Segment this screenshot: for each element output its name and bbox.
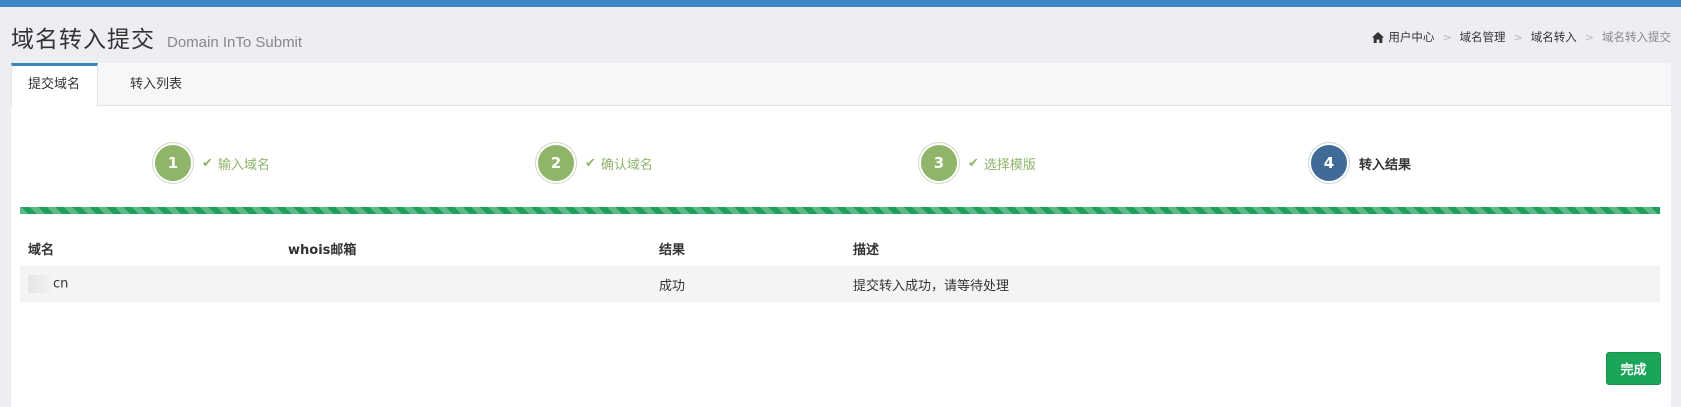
page-title: 域名转入提交 — [11, 27, 155, 53]
breadcrumb-item-current: 域名转入提交 — [1602, 30, 1671, 44]
finish-button[interactable]: 完成 — [1606, 352, 1661, 385]
breadcrumb-separator: > — [1442, 30, 1452, 44]
page-header: 域名转入提交 Domain InTo Submit — [11, 20, 303, 53]
tab-transfer-list[interactable]: 转入列表 — [114, 63, 198, 106]
column-header-result: 结果 — [659, 242, 686, 258]
cell-result: 成功 — [651, 266, 845, 302]
step-label: 转入结果 — [1359, 157, 1412, 173]
step-label: 输入域名 — [217, 157, 270, 173]
cell-description: 提交转入成功，请等待处理 — [845, 266, 1660, 302]
table-header-row: 域名 whois邮箱 结果 描述 — [20, 230, 1660, 266]
check-icon: ✔ — [585, 155, 596, 171]
step-label: 选择模版 — [983, 157, 1036, 173]
column-header-whois-email: whois邮箱 — [288, 242, 357, 258]
page-subtitle: Domain InTo Submit — [167, 34, 303, 51]
step-2: 2 ✔ 确认域名 — [536, 143, 653, 183]
result-table: 域名 whois邮箱 结果 描述 cn 成功 提交转入成功，请等待处理 — [20, 230, 1660, 302]
top-accent-bar — [0, 0, 1681, 7]
table-row: cn 成功 提交转入成功，请等待处理 — [20, 266, 1660, 302]
wizard-steps: 1 ✔ 输入域名 2 ✔ 确认域名 3 ✔ 选择模版 4 转入结果 — [11, 143, 1671, 187]
step-number: 3 — [919, 143, 959, 183]
home-icon — [1372, 31, 1385, 43]
wizard-progress-bar — [20, 207, 1660, 214]
breadcrumb: 用户中心 > 域名管理 > 域名转入 > 域名转入提交 — [1372, 29, 1671, 45]
check-icon: ✔ — [202, 155, 213, 171]
redacted-domain-prefix — [28, 275, 52, 293]
column-header-domain: 域名 — [28, 242, 55, 258]
tab-submit-domain[interactable]: 提交域名 — [11, 63, 98, 107]
breadcrumb-item-domain-management[interactable]: 域名管理 — [1460, 29, 1506, 45]
cell-domain: cn — [20, 266, 280, 302]
step-number: 4 — [1309, 143, 1349, 183]
step-number: 2 — [536, 143, 576, 183]
column-header-description: 描述 — [853, 242, 880, 258]
step-number: 1 — [153, 143, 193, 183]
breadcrumb-item-domain-transfer[interactable]: 域名转入 — [1531, 29, 1577, 45]
cell-whois-email — [280, 266, 651, 302]
breadcrumb-separator: > — [1513, 30, 1523, 44]
check-icon: ✔ — [968, 155, 979, 171]
step-label: 确认域名 — [600, 157, 653, 173]
step-1: 1 ✔ 输入域名 — [153, 143, 270, 183]
domain-suffix: cn — [53, 276, 69, 292]
breadcrumb-item-user-center[interactable]: 用户中心 — [1388, 29, 1434, 45]
breadcrumb-separator: > — [1584, 30, 1594, 44]
content-panel: 提交域名 转入列表 1 ✔ 输入域名 2 ✔ 确认域名 3 ✔ 选择模版 4 转… — [11, 63, 1671, 407]
step-3: 3 ✔ 选择模版 — [919, 143, 1036, 183]
tab-bar: 提交域名 转入列表 — [11, 63, 1671, 107]
step-4: 4 转入结果 — [1309, 143, 1411, 183]
